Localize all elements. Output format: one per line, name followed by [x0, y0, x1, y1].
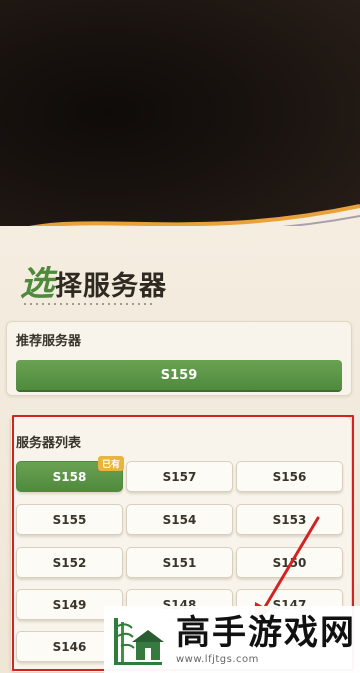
watermark-brand: 高手游戏网 — [176, 613, 356, 653]
server-list-label: 服务器列表 — [16, 436, 82, 451]
server-name: S157 — [162, 469, 197, 484]
server-name: S153 — [272, 512, 307, 527]
server-name: S156 — [272, 469, 307, 484]
server-button-s155[interactable]: S155 — [16, 504, 123, 535]
server-button-s154[interactable]: S154 — [126, 504, 233, 535]
current-server-tag: 已有 — [97, 456, 124, 471]
server-button-s151[interactable]: S151 — [126, 547, 233, 578]
server-name: S155 — [52, 512, 87, 527]
recommended-server-button[interactable]: S159 — [16, 360, 342, 390]
server-button-s158[interactable]: S158 已有 — [16, 456, 124, 492]
server-name: S149 — [52, 597, 87, 612]
server-name: S154 — [162, 512, 197, 527]
title-first-char: 选 — [20, 264, 55, 304]
title-text: 择服务器 — [55, 271, 167, 302]
server-button-s157[interactable]: S157 — [126, 461, 233, 492]
server-button-s156[interactable]: S156 — [236, 461, 343, 492]
watermark: 高手游戏网 www.lfjtgs.com — [104, 606, 360, 673]
title-dots-decoration — [22, 303, 152, 305]
server-button-s153[interactable]: S153 — [236, 504, 343, 535]
bamboo-house-logo-icon — [110, 611, 166, 668]
server-button-s150[interactable]: S150 — [236, 547, 343, 578]
server-name: S151 — [162, 555, 197, 570]
server-name: S146 — [52, 639, 87, 654]
server-button-s152[interactable]: S152 — [16, 547, 123, 578]
server-name: S150 — [272, 555, 307, 570]
watermark-url: www.lfjtgs.com — [176, 654, 259, 665]
server-name: S158 — [52, 469, 87, 484]
page-title: 选择服务器 — [20, 256, 167, 305]
server-name: S152 — [52, 555, 87, 570]
recommended-label: 推荐服务器 — [16, 334, 82, 349]
